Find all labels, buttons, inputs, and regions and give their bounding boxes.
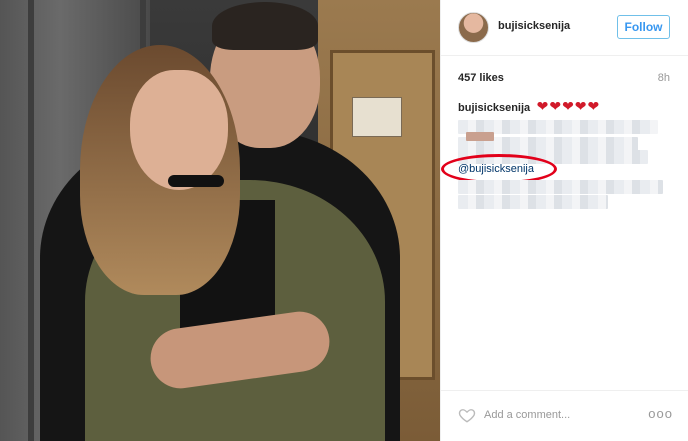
door-sign xyxy=(352,97,402,137)
woman-face xyxy=(130,70,228,190)
caption-emoji: ❤❤❤❤❤ xyxy=(536,98,601,114)
blurred-comment xyxy=(458,180,663,194)
heart-outline-icon[interactable] xyxy=(458,406,476,424)
likes-count[interactable]: 457 likes xyxy=(458,72,504,84)
blurred-avatar xyxy=(466,132,494,141)
timestamp[interactable]: 8h xyxy=(658,72,670,84)
more-options-icon[interactable]: ooo xyxy=(648,406,673,421)
choker xyxy=(168,175,224,187)
comment-input[interactable]: Add a comment... xyxy=(484,409,570,421)
follow-button[interactable]: Follow xyxy=(617,15,670,39)
caption-username[interactable]: bujisicksenija xyxy=(458,102,530,114)
post-sidebar: bujisicksenija Follow 457 likes 8h bujis… xyxy=(440,0,688,441)
mention-link[interactable]: @bujisicksenija xyxy=(458,163,534,175)
username-link[interactable]: bujisicksenija xyxy=(498,20,570,32)
caption: bujisicksenija ❤❤❤❤❤ xyxy=(458,98,673,116)
avatar[interactable] xyxy=(458,12,489,43)
post-photo[interactable] xyxy=(0,0,440,441)
comment-bar: Add a comment... ooo xyxy=(441,390,688,441)
blurred-comment xyxy=(458,195,608,209)
post-header: bujisicksenija Follow xyxy=(441,0,688,56)
post-meta: 457 likes 8h xyxy=(458,72,670,86)
man-hair xyxy=(212,2,318,50)
wall-stripe xyxy=(28,0,34,441)
